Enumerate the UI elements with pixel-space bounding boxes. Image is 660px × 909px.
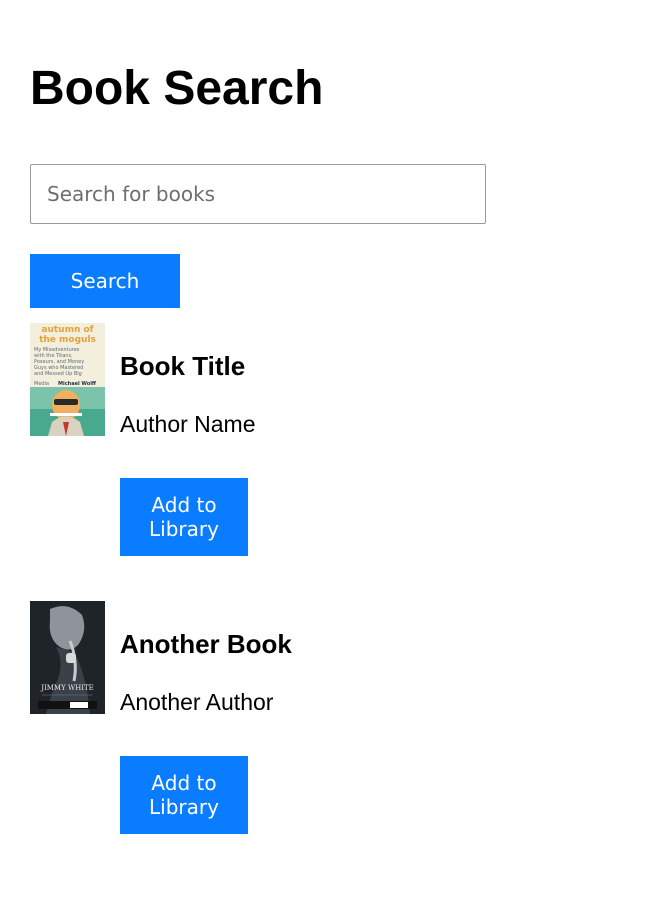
book-author: Another Author	[120, 689, 274, 715]
svg-text:and Messed Up Big: and Messed Up Big	[34, 371, 82, 377]
book-cover-image: JIMMY WHITE	[30, 601, 105, 714]
book-result-item: JIMMY WHITE Another Book Another Author …	[30, 601, 630, 841]
svg-text:JIMMY WHITE: JIMMY WHITE	[40, 684, 94, 692]
svg-text:autumn of: autumn of	[41, 325, 93, 335]
search-input[interactable]	[30, 164, 486, 224]
book-title: Book Title	[120, 351, 246, 381]
svg-text:Michael Wolff: Michael Wolff	[58, 381, 97, 387]
add-to-library-button[interactable]: Add to Library	[120, 478, 248, 556]
book-title: Another Book	[120, 629, 292, 659]
book-author: Author Name	[120, 411, 256, 437]
book-cover-image: autumn of the moguls My Misadventures wi…	[30, 323, 105, 436]
svg-text:Media: Media	[34, 381, 49, 387]
page-title: Book Search	[30, 62, 324, 115]
add-to-library-button[interactable]: Add to Library	[120, 756, 248, 834]
search-button[interactable]: Search	[30, 254, 180, 308]
book-result-item: autumn of the moguls My Misadventures wi…	[30, 323, 630, 563]
svg-text:the moguls: the moguls	[39, 335, 96, 345]
